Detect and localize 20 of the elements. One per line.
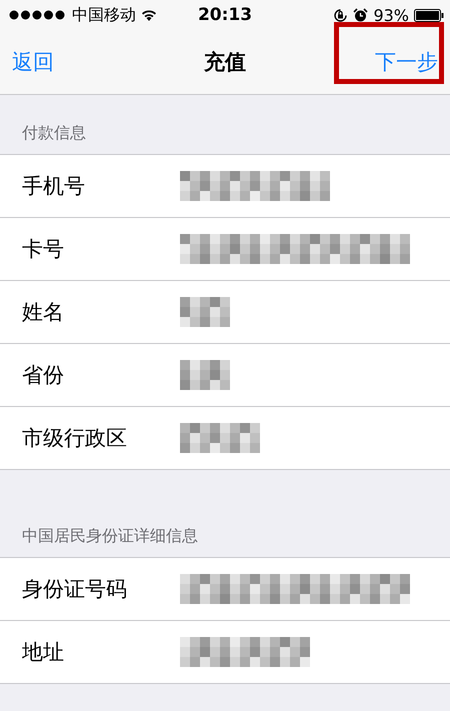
next-link[interactable]: 下一步 <box>375 48 438 76</box>
battery-icon <box>414 8 444 22</box>
signal-icon <box>9 10 67 20</box>
field-label: 身份证号码 <box>22 576 128 603</box>
battery-percent: 93% <box>373 6 409 24</box>
page-title: 充值 <box>204 49 246 76</box>
field-label: 卡号 <box>22 236 65 263</box>
field-label: 省份 <box>22 362 65 389</box>
field-label: 地址 <box>22 639 65 666</box>
carrier-name: 中国移动 <box>72 4 136 26</box>
section-header: 中国居民身份证详细信息 <box>22 526 198 545</box>
field-label: 市级行政区 <box>22 425 128 452</box>
back-link[interactable]: 返回 <box>12 48 54 76</box>
field-label: 姓名 <box>22 299 65 326</box>
wifi-icon <box>141 9 157 21</box>
status-time: 20:13 <box>198 5 252 25</box>
field-label: 手机号 <box>22 173 86 200</box>
rotation-lock-icon <box>333 8 348 22</box>
alarm-icon <box>353 8 368 22</box>
section-header: 付款信息 <box>22 123 86 142</box>
